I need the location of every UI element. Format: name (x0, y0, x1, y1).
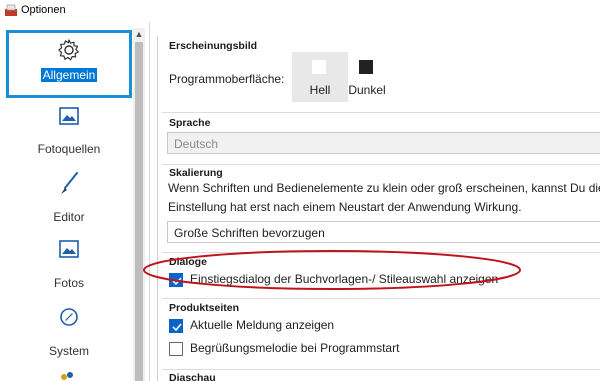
dark-swatch-icon (359, 60, 373, 74)
dialog-option-label: Einstiegsdialog der Buchvorlagen-/ Stile… (190, 272, 499, 286)
scroll-thumb[interactable] (135, 42, 143, 381)
sidebar-item-label: Editor (53, 210, 85, 224)
sidebar-item-label: System (48, 344, 89, 358)
product-option-label: Begrüßungsmelodie bei Programmstart (190, 341, 400, 355)
section-title-slideshow: Diaschau (169, 372, 216, 381)
sidebar-item-system[interactable]: System (6, 304, 132, 364)
content-panel: Erscheinungsbild Programmoberfläche: Hel… (150, 22, 600, 381)
checkmark-icon (172, 277, 182, 286)
sidebar-item-label: Fotoquellen (37, 142, 101, 156)
section-title-dialogs: Dialoge (169, 256, 207, 268)
scaling-description-line1: Wenn Schriften und Bedienelemente zu kle… (168, 181, 600, 195)
product-option-checkbox[interactable] (169, 319, 183, 333)
sidebar: Allgemein Fotoquellen Editor Fotos Syste… (0, 22, 150, 381)
app-icon (5, 4, 17, 16)
checkmark-icon (172, 323, 182, 332)
section-title-appearance: Erscheinungsbild (169, 40, 258, 52)
sidebar-scrollbar[interactable]: ▲ (133, 28, 145, 381)
window-title: Optionen (21, 4, 66, 16)
divider (162, 369, 600, 370)
divider (162, 252, 600, 253)
sidebar-item-allgemein[interactable]: Allgemein (6, 30, 132, 98)
theme-option-dunkel[interactable]: Dunkel (339, 52, 395, 102)
photo-icon (59, 240, 79, 258)
product-option-label: Aktuelle Meldung anzeigen (190, 318, 335, 332)
content-border (157, 36, 158, 381)
gear-icon (58, 39, 79, 61)
image-icon (59, 107, 79, 125)
section-title-scaling: Skalierung (169, 167, 223, 179)
theme-label: Dunkel (348, 83, 386, 97)
scaling-description-line2: Einstellung hat erst nach einem Neustart… (168, 200, 522, 214)
dialog-option-checkbox[interactable] (169, 273, 183, 287)
language-select: Deutsch (167, 132, 600, 154)
divider (162, 112, 600, 113)
sidebar-item-label: Fotos (53, 276, 84, 290)
brush-icon (61, 172, 78, 194)
sidebar-item-label: Allgemein (40, 68, 98, 82)
sidebar-item-editor[interactable]: Editor (6, 170, 132, 230)
sidebar-item-fotos[interactable]: Fotos (6, 236, 132, 296)
divider (162, 298, 600, 299)
sidebar-item-fotoquellen[interactable]: Fotoquellen (6, 104, 132, 164)
more-icon (61, 372, 73, 380)
scroll-up-icon[interactable]: ▲ (133, 28, 145, 40)
section-title-language: Sprache (169, 117, 211, 129)
compass-icon (60, 308, 78, 326)
section-title-product-pages: Produktseiten (169, 302, 240, 314)
appearance-label: Programmoberfläche: (169, 72, 285, 86)
divider (162, 164, 600, 165)
title-bar: Optionen (0, 0, 600, 22)
light-swatch-icon (312, 60, 326, 74)
product-option-checkbox[interactable] (169, 342, 183, 356)
scaling-select[interactable]: Große Schriften bevorzugen (167, 221, 600, 243)
